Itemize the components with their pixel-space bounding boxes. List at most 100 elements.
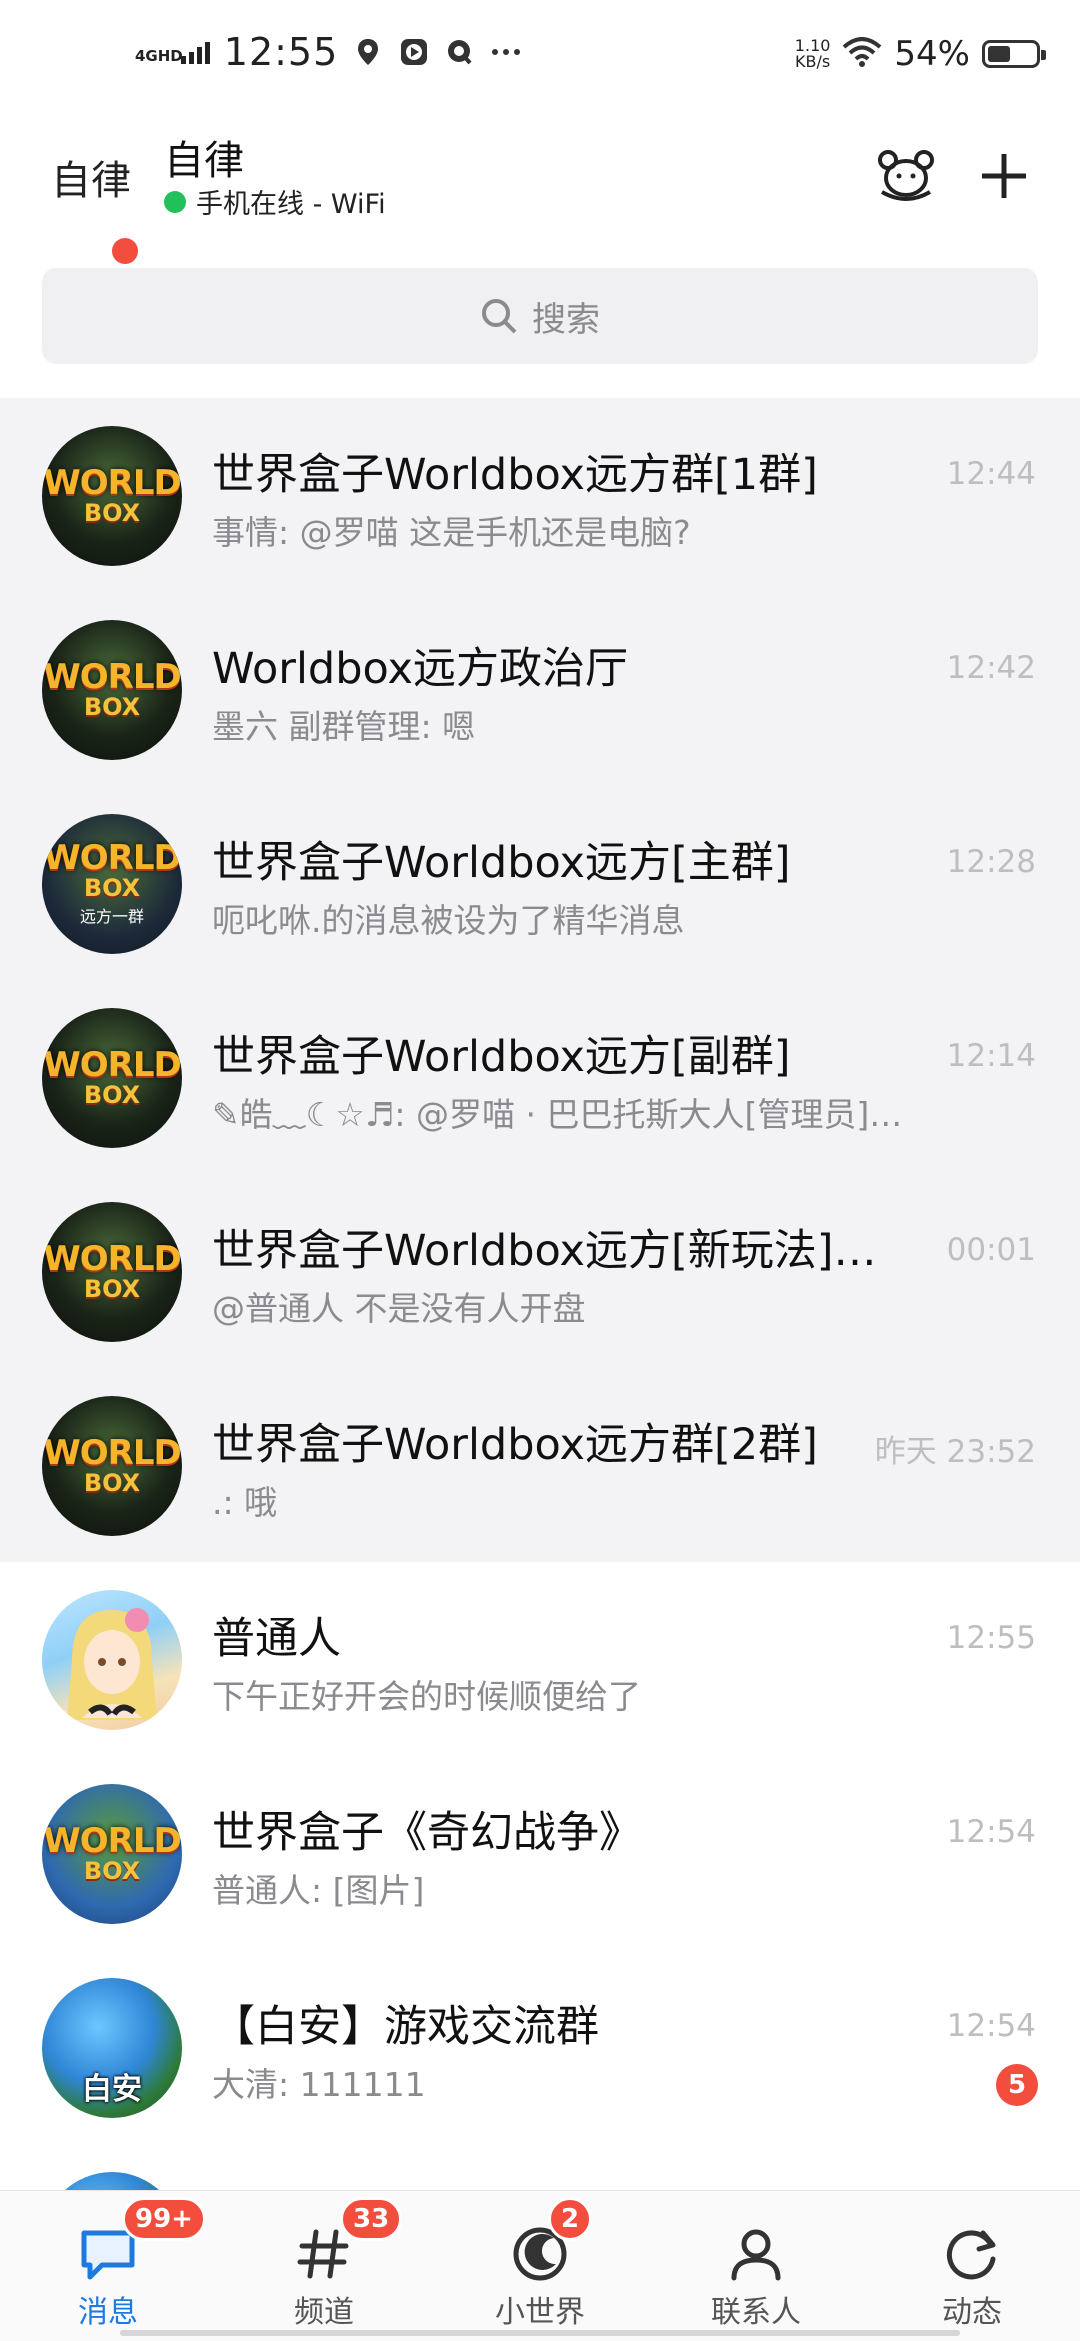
my-avatar[interactable]: 自律 [44,130,138,224]
group-avatar: 白安 [42,1978,182,2118]
chat-row[interactable]: WORLD BOX 世界盒子Worldbox远方群[1群] 事情: @罗喵 这是… [0,398,1080,592]
moments-icon [934,2219,1010,2289]
chat-time: 12:28 [946,844,1036,880]
chat-row[interactable]: WORLD BOX 世界盒子Worldbox远方[副群] ✎皓﹏☾☆♬: @罗喵… [0,980,1080,1174]
tab-label: 联系人 [711,2295,801,2330]
unread-badge: 5 [996,2064,1038,2106]
logo-text: BOX [83,874,141,902]
chat-list[interactable]: WORLD BOX 世界盒子Worldbox远方群[1群] 事情: @罗喵 这是… [0,398,1080,2338]
chat-time: 昨天 23:52 [874,1434,1036,1470]
logo-text: WORLD [43,463,181,503]
home-indicator[interactable] [120,2330,960,2336]
chat-preview: 墨六 副群管理: 嗯 [212,707,476,746]
chat-preview: @普通人 不是没有人开盘 [212,1289,586,1328]
anime-character-icon [67,1608,157,1720]
avatar-notification-dot [112,238,138,264]
avatar-text: 自律 [51,158,131,204]
chat-preview: 下午正好开会的时候顺便给了 [212,1677,641,1716]
chat-time: 12:42 [946,650,1036,686]
chat-title: 【白安】游戏交流群 [212,2002,599,2052]
tab-messages[interactable]: 消息 99+ [0,2191,216,2341]
avatar-caption: 白安 [82,2072,142,2107]
speed-unit: KB/s [795,52,831,71]
logo-text: BOX [83,693,141,721]
add-button[interactable] [964,136,1044,216]
chat-preview: .: 哦 [212,1483,278,1522]
qq-app-icon [444,36,476,68]
video-app-icon [398,36,430,68]
avatar-caption: 远方一群 [79,907,144,926]
contacts-icon [718,2219,794,2289]
logo-text: BOX [83,1081,141,1109]
tab-badge: 99+ [122,2197,206,2241]
tab-badge: 2 [548,2197,593,2241]
group-avatar: WORLD BOX [42,620,182,760]
group-avatar: WORLD BOX 远方一群 [42,814,182,954]
bottom-tab-bar: 消息 99+ 频道 33 小世界 2 联系人 动态 [0,2190,1080,2341]
more-notifications-icon [490,36,522,68]
tab-moments[interactable]: 动态 [864,2191,1080,2341]
contact-avatar [42,1590,182,1730]
chat-time: 12:14 [946,1038,1036,1074]
chat-row[interactable]: WORLD BOX 远方一群 世界盒子Worldbox远方[主群] 呃叱咻.的消… [0,786,1080,980]
tab-label: 小世界 [495,2295,585,2330]
group-avatar: WORLD BOX [42,426,182,566]
app-header: 自律 自律 手机在线 - WiFi [0,120,1080,264]
tab-badge: 33 [340,2197,403,2241]
logo-text: BOX [83,499,141,527]
chat-preview: 事情: @罗喵 这是手机还是电脑? [212,513,691,552]
chat-title: 世界盒子Worldbox远方[主群] [212,838,791,888]
chat-time: 12:54 [946,1814,1036,1850]
chat-preview: 呃叱咻.的消息被设为了精华消息 [212,901,685,940]
status-bar: 4GHD 12:55 1.10 KB/s 54% [0,0,1080,120]
battery-percent: 54% [894,34,970,74]
chat-title: 世界盒子Worldbox远方[新玩法]… [212,1226,877,1276]
account-name[interactable]: 自律 [164,128,244,186]
tab-small-world[interactable]: 小世界 2 [432,2191,648,2341]
logo-text: WORLD [43,1045,181,1085]
logo-text: WORLD [43,1239,181,1279]
search-bar[interactable]: 搜索 [42,268,1038,364]
online-status[interactable]: 手机在线 - WiFi [164,182,386,221]
network-speed: 1.10 KB/s [795,38,831,70]
chat-title: 世界盒子《奇幻战争》 [212,1808,642,1858]
group-avatar: WORLD BOX [42,1202,182,1342]
chat-row[interactable]: WORLD BOX Worldbox远方政治厅 墨六 副群管理: 嗯 12:42 [0,592,1080,786]
plus-icon [982,154,1026,198]
chat-preview: 普通人: [图片] [212,1871,425,1910]
online-status-text: 手机在线 - WiFi [196,189,386,220]
logo-text: WORLD [43,1821,181,1861]
chat-row[interactable]: WORLD BOX 世界盒子Worldbox远方[新玩法]… @普通人 不是没有… [0,1174,1080,1368]
tab-label: 动态 [942,2295,1002,2330]
search-icon [482,299,517,334]
network-type: 4GHD [135,47,183,65]
location-icon [352,36,384,68]
logo-text: BOX [83,1857,141,1885]
chat-row[interactable]: 普通人 下午正好开会的时候顺便给了 12:55 [0,1562,1080,1756]
chat-preview: ✎皓﹏☾☆♬: @罗喵 · 巴巴托斯大人[管理员]… [212,1095,903,1134]
tab-label: 消息 [78,2295,138,2330]
tab-contacts[interactable]: 联系人 [648,2191,864,2341]
chat-row[interactable]: WORLD BOX 世界盒子《奇幻战争》 普通人: [图片] 12:54 [0,1756,1080,1950]
chat-time: 12:55 [946,1620,1036,1656]
pet-icon [878,150,934,201]
signal-icon [180,40,210,64]
chat-title: 世界盒子Worldbox远方群[1群] [212,450,818,500]
chat-title: 世界盒子Worldbox远方[副群] [212,1032,791,1082]
chat-preview: 大清: 111111 [212,2065,426,2104]
tab-label: 频道 [294,2295,354,2330]
battery-icon [982,40,1046,68]
chat-time: 00:01 [946,1232,1036,1268]
tab-channels[interactable]: 频道 33 [216,2191,432,2341]
group-avatar: WORLD BOX [42,1784,182,1924]
group-avatar: WORLD BOX [42,1396,182,1536]
pet-button[interactable] [866,136,946,216]
chat-row[interactable]: 白安 【白安】游戏交流群 大清: 111111 12:54 5 [0,1950,1080,2144]
chat-row[interactable]: WORLD BOX 世界盒子Worldbox远方群[2群] .: 哦 昨天 23… [0,1368,1080,1562]
logo-text: WORLD [43,657,181,697]
logo-text: WORLD [43,1433,181,1473]
chat-time: 12:54 [946,2008,1036,2044]
chat-title: 普通人 [212,1614,341,1664]
group-avatar: WORLD BOX [42,1008,182,1148]
logo-text: BOX [83,1469,141,1497]
